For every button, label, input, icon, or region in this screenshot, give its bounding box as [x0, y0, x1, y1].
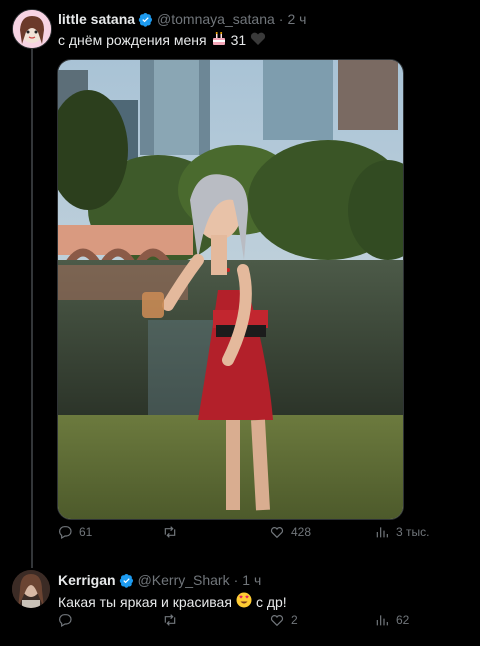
- reply-icon: [59, 526, 72, 540]
- reply-icon: [59, 614, 72, 628]
- timestamp[interactable]: 1 ч: [242, 572, 261, 588]
- reply-count: 61: [79, 525, 93, 539]
- avatar[interactable]: [12, 9, 52, 49]
- post-header: little satana @tomnaya_satana · 2 ч: [58, 11, 306, 27]
- author-handle[interactable]: @Kerry_Shark: [138, 572, 230, 588]
- reply-header: Kerrigan @Kerry_Shark · 1 ч: [58, 572, 261, 588]
- views-button[interactable]: 3 тыс.: [374, 524, 429, 540]
- reply-text-main: Какая ты яркая и красивая: [58, 593, 232, 610]
- separator-dot: ·: [233, 572, 239, 588]
- reply-button[interactable]: [57, 612, 79, 628]
- views-chart-icon: [376, 527, 388, 538]
- heart-icon: [270, 615, 284, 627]
- timestamp[interactable]: 2 ч: [287, 11, 306, 27]
- repost-button[interactable]: [162, 612, 184, 628]
- repost-icon: [164, 526, 176, 538]
- heart-eyes-emoji-icon: [236, 592, 252, 611]
- views-button[interactable]: 62: [374, 612, 409, 628]
- like-count: 428: [291, 525, 312, 539]
- view-count: 62: [396, 613, 410, 627]
- tweet-text: с днём рождения меня 31: [58, 31, 270, 49]
- like-button[interactable]: 2: [269, 612, 298, 628]
- reply-text-tail: с др!: [255, 593, 287, 610]
- author-name[interactable]: Kerrigan: [58, 572, 116, 588]
- post-photo[interactable]: [57, 59, 404, 520]
- verified-badge-icon: [119, 573, 133, 588]
- like-button[interactable]: 428: [269, 524, 311, 540]
- repost-icon: [164, 614, 176, 626]
- reply-button[interactable]: 61: [57, 524, 92, 540]
- repost-button[interactable]: [162, 524, 184, 540]
- verified-badge-icon: [138, 12, 153, 27]
- reply-text: Какая ты яркая и красивая с др!: [58, 592, 287, 611]
- tweet-text-number: 31: [230, 32, 247, 48]
- cake-emoji-icon: [211, 31, 227, 49]
- like-count: 2: [291, 613, 298, 627]
- thread-connector-line: [31, 46, 33, 568]
- views-chart-icon: [376, 615, 388, 626]
- heart-icon: [270, 527, 284, 539]
- tweet-text-main: с днём рождения меня: [58, 32, 207, 48]
- author-handle[interactable]: @tomnaya_satana: [157, 11, 275, 27]
- separator-dot: ·: [278, 11, 284, 27]
- author-name[interactable]: little satana: [58, 11, 135, 27]
- avatar[interactable]: [12, 570, 50, 608]
- view-count: 3 тыс.: [396, 525, 430, 539]
- black-heart-emoji-icon: [250, 32, 266, 49]
